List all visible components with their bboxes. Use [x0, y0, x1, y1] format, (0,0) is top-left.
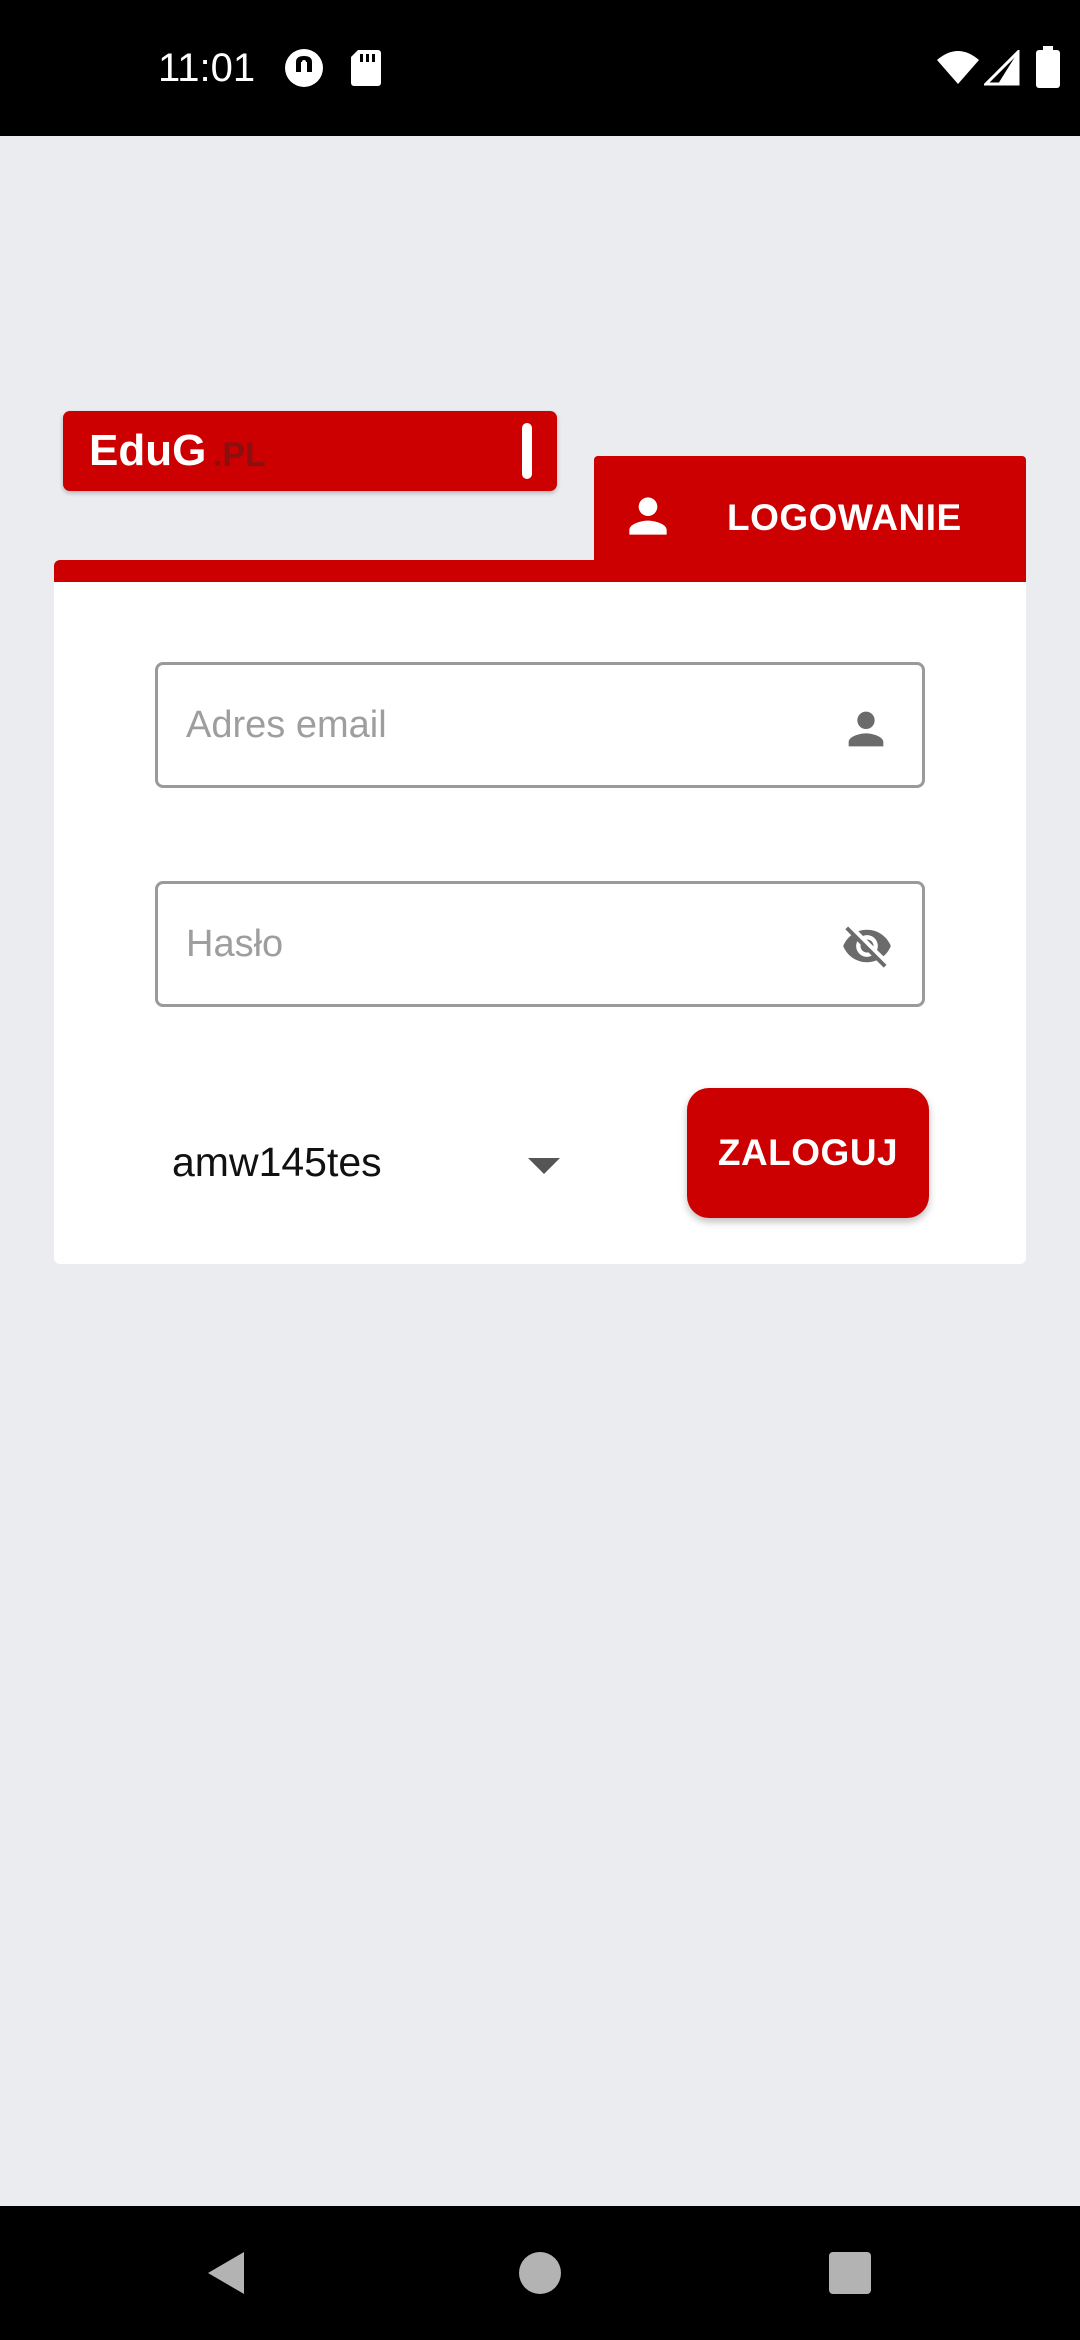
password-field[interactable]	[155, 881, 925, 1007]
app-logo: EduG .PL	[63, 411, 557, 491]
headset-circle-icon	[285, 49, 323, 87]
cell-signal-icon	[984, 50, 1020, 86]
person-icon	[629, 497, 667, 535]
logo-accent-bar	[522, 423, 532, 479]
person-icon	[848, 711, 884, 747]
status-bar: 11:01	[0, 0, 1080, 136]
system-nav-bar	[0, 2206, 1080, 2340]
tab-login-label: LOGOWANIE	[727, 497, 962, 538]
domain-select[interactable]: amw145tes	[172, 1122, 572, 1202]
chevron-down-icon	[528, 1158, 560, 1174]
password-input[interactable]	[186, 884, 806, 1004]
eye-off-icon[interactable]	[836, 920, 898, 972]
login-button[interactable]: ZALOGUJ	[687, 1088, 929, 1218]
domain-selected-value: amw145tes	[172, 1139, 382, 1185]
logo-text: EduG	[89, 426, 207, 475]
logo-suffix: .PL	[213, 436, 266, 474]
wifi-icon	[937, 51, 979, 84]
login-card: amw145tes ZALOGUJ	[54, 582, 1026, 1264]
email-input[interactable]	[186, 665, 806, 785]
email-field[interactable]	[155, 662, 925, 788]
recents-icon[interactable]	[829, 2252, 871, 2294]
sd-card-icon	[351, 50, 381, 86]
battery-icon	[1036, 46, 1060, 88]
back-icon[interactable]	[204, 2250, 248, 2296]
home-icon[interactable]	[519, 2252, 561, 2294]
status-time: 11:01	[158, 46, 256, 90]
card-top-border	[54, 560, 1026, 584]
